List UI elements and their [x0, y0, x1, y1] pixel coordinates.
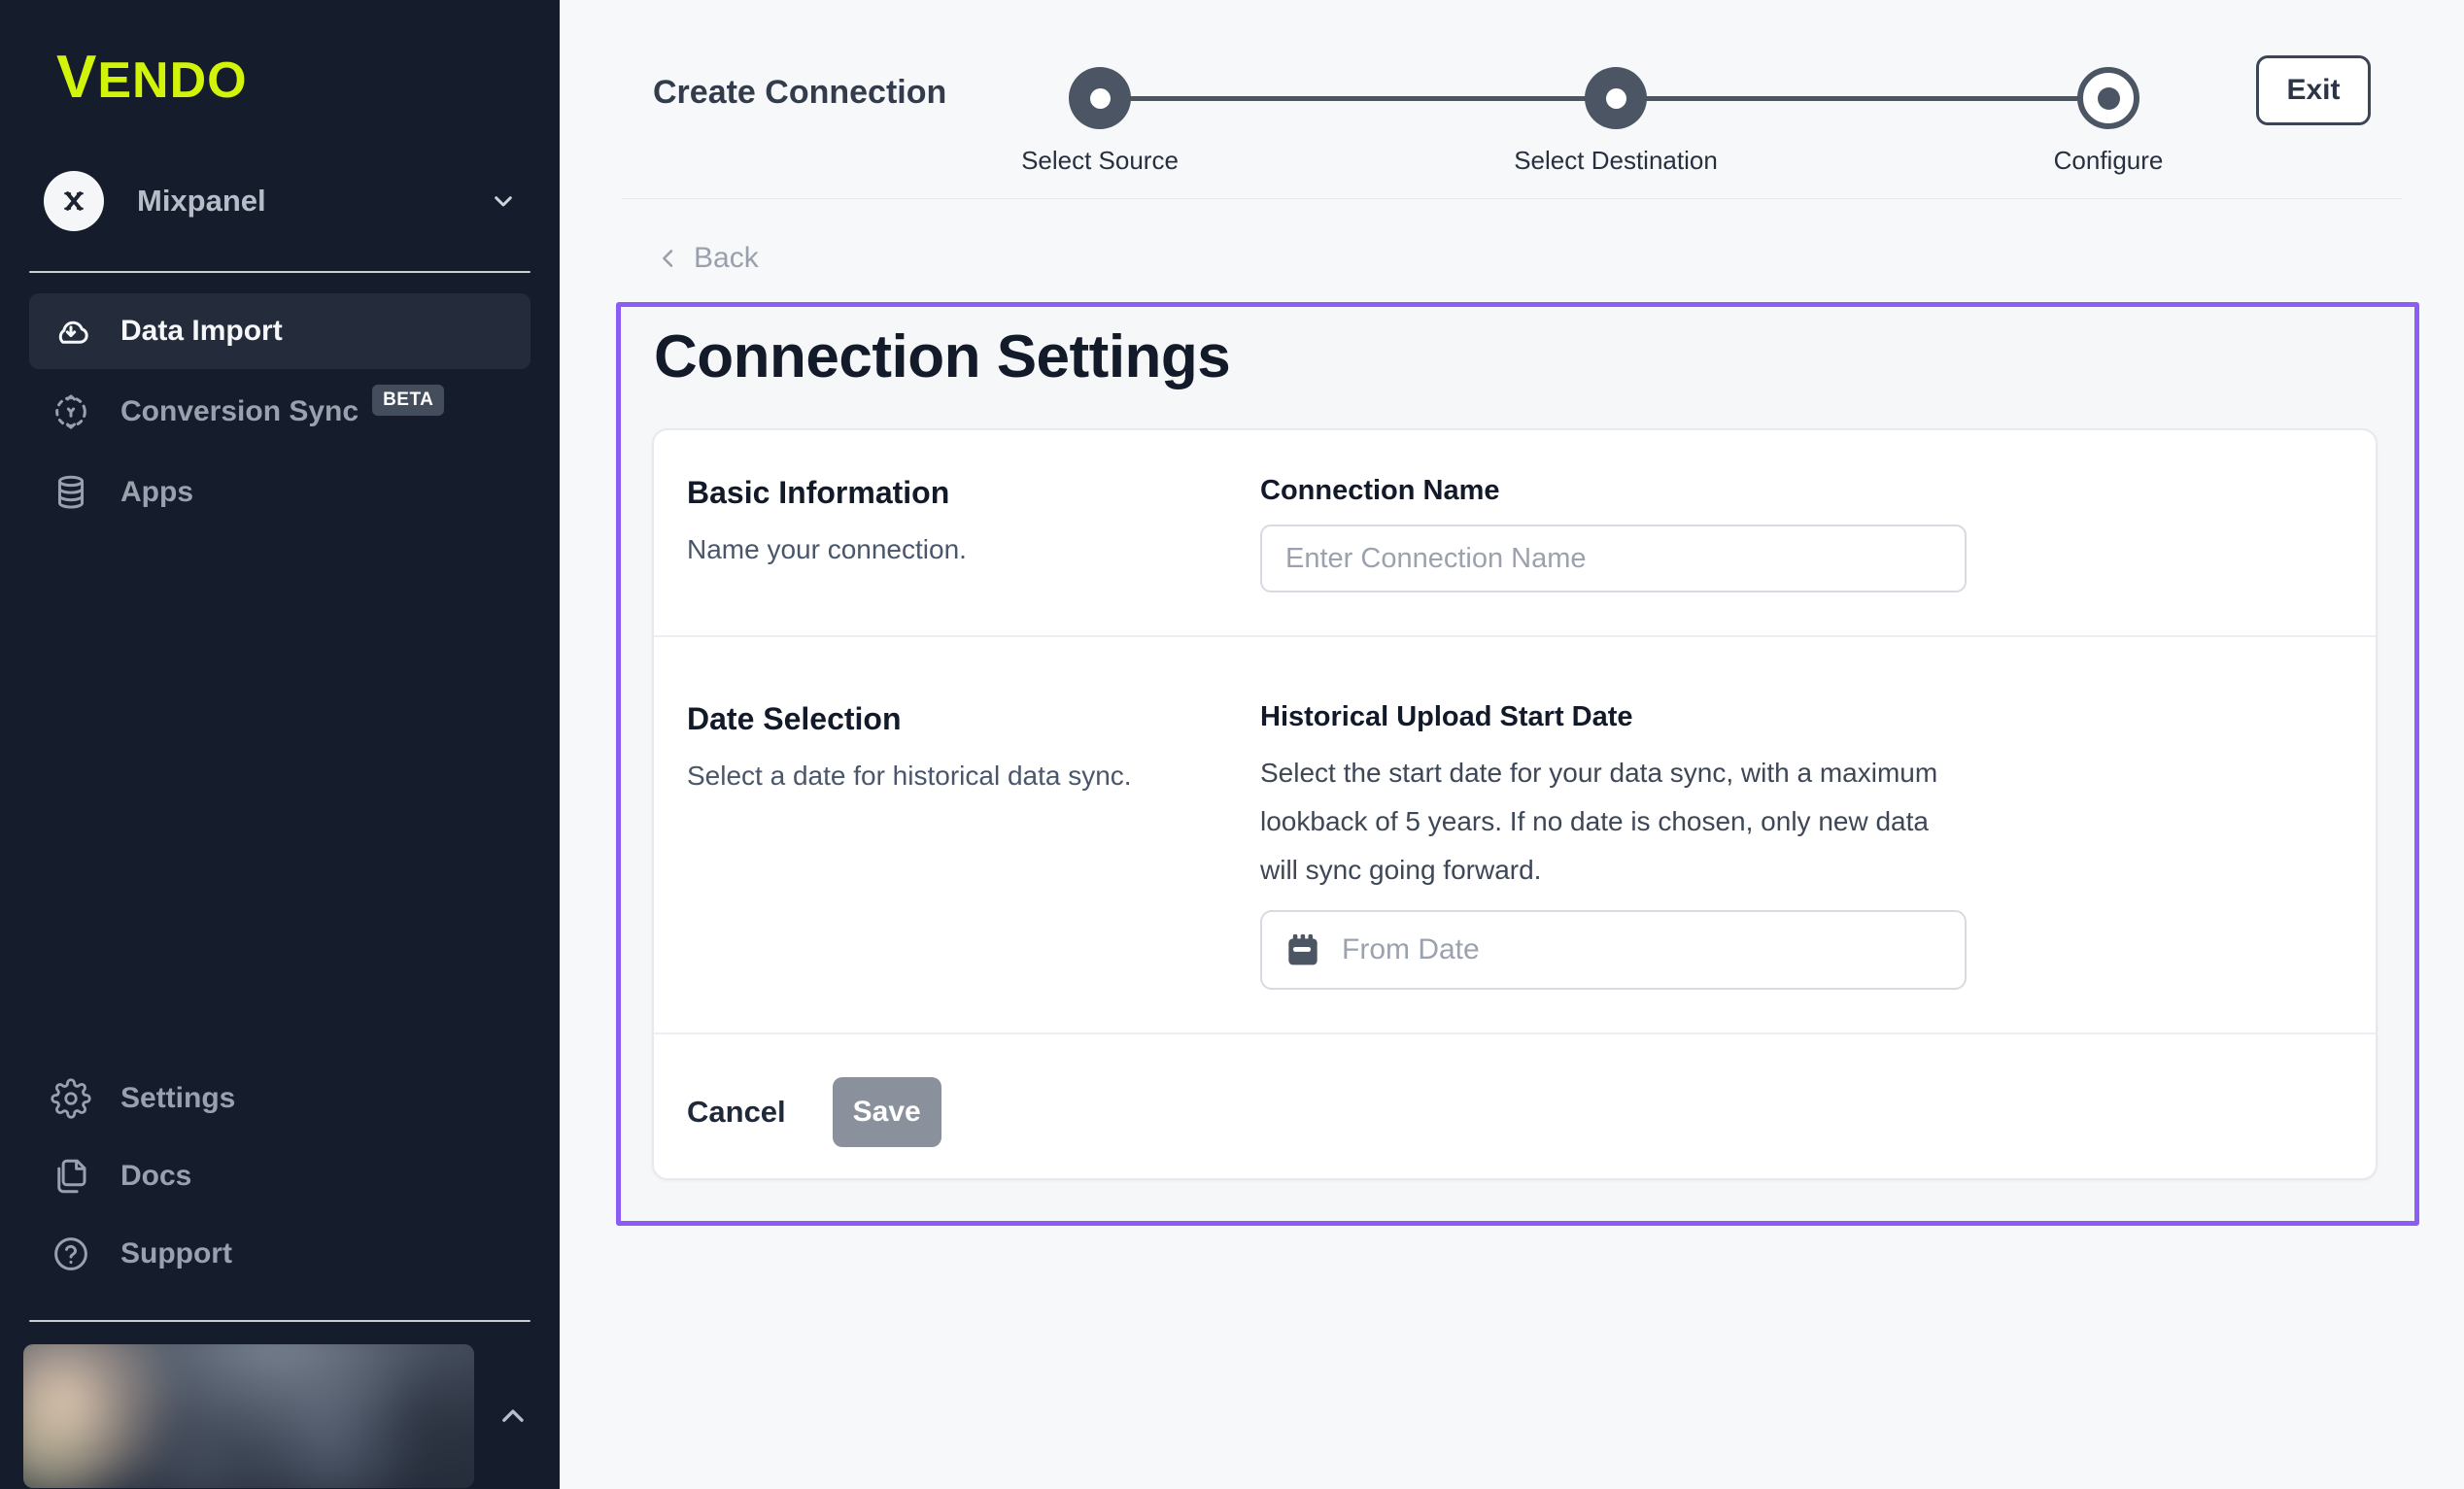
step-current-dot-icon [2077, 67, 2139, 129]
date-selection-section: Date Selection Select a date for histori… [654, 637, 2376, 1034]
sidebar-item-settings[interactable]: Settings [29, 1060, 530, 1137]
panel-title: Connection Settings [654, 322, 2414, 391]
user-account-area [23, 1343, 532, 1489]
step-label: Configure [2054, 146, 2164, 176]
beta-badge: BETA [372, 385, 444, 416]
step-label: Select Source [1021, 146, 1179, 176]
step-complete-dot-icon [1069, 67, 1131, 129]
date-selection-fields: Historical Upload Start Date Select the … [1260, 701, 2329, 990]
connection-name-input[interactable] [1260, 525, 1967, 592]
database-icon [51, 472, 91, 513]
cloud-download-icon [51, 311, 91, 352]
connection-name-label: Connection Name [1260, 475, 2329, 507]
sidebar-item-apps[interactable]: Apps [29, 455, 530, 530]
sidebar-nav: Data Import Conversion Sync BETA Apps [0, 288, 560, 535]
card-footer: Cancel Save [654, 1034, 2376, 1178]
basic-information-fields: Connection Name [1260, 475, 2329, 592]
chevron-up-icon[interactable] [494, 1397, 532, 1436]
workspace-selector[interactable]: Mixpanel [27, 154, 532, 248]
sidebar-spacer [0, 535, 560, 1060]
sidebar-divider [29, 271, 530, 273]
wizard-header: Create Connection Select Source Select D… [622, 0, 2402, 199]
basic-information-intro: Basic Information Name your connection. [687, 475, 1260, 592]
conversion-sync-icon [51, 391, 91, 432]
back-link[interactable]: Back [655, 242, 759, 275]
user-account-card[interactable] [23, 1344, 474, 1488]
chevron-down-icon [488, 186, 519, 217]
sidebar-divider [29, 1320, 530, 1322]
sidebar-footer-nav: Settings Docs Support [0, 1060, 560, 1293]
workspace-name: Mixpanel [137, 184, 488, 219]
step-label: Select Destination [1514, 146, 1718, 176]
wizard-content: Back Connection Settings Basic Informati… [560, 199, 2464, 1226]
page-title: Create Connection [653, 74, 946, 112]
back-label: Back [694, 242, 759, 275]
document-icon [51, 1156, 91, 1197]
sidebar-item-label: Settings [120, 1082, 235, 1115]
sidebar-item-label: Conversion Sync [120, 395, 359, 428]
start-date-help-text: Select the start date for your data sync… [1260, 749, 1940, 895]
sidebar-item-support[interactable]: Support [29, 1215, 530, 1293]
sidebar-item-conversion-sync[interactable]: Conversion Sync BETA [29, 374, 530, 450]
section-description: Name your connection. [687, 534, 1260, 565]
calendar-icon [1283, 931, 1322, 969]
help-circle-icon [51, 1234, 91, 1274]
section-heading: Basic Information [687, 475, 1260, 511]
sidebar-item-label: Data Import [120, 315, 283, 348]
sidebar-item-data-import[interactable]: Data Import [29, 293, 530, 369]
main-area: Create Connection Select Source Select D… [560, 0, 2464, 1489]
settings-card: Basic Information Name your connection. … [652, 428, 2378, 1180]
start-date-label: Historical Upload Start Date [1260, 701, 2329, 733]
basic-information-section: Basic Information Name your connection. … [654, 430, 2376, 637]
step-complete-dot-icon [1585, 67, 1647, 129]
section-heading: Date Selection [687, 701, 1260, 737]
sidebar-item-label: Docs [120, 1160, 191, 1193]
sidebar-item-label: Apps [120, 476, 193, 509]
from-date-field[interactable] [1260, 910, 1967, 990]
from-date-input[interactable] [1342, 912, 1943, 988]
connection-settings-panel: Connection Settings Basic Information Na… [616, 302, 2419, 1226]
sidebar-item-label: Support [120, 1237, 232, 1270]
date-selection-intro: Date Selection Select a date for histori… [687, 701, 1260, 990]
sidebar-item-docs[interactable]: Docs [29, 1137, 530, 1215]
save-button[interactable]: Save [833, 1077, 941, 1147]
gear-icon [51, 1078, 91, 1119]
mixpanel-logo-icon [44, 171, 104, 231]
exit-button[interactable]: Exit [2256, 55, 2371, 125]
sidebar: VENDO Mixpanel Data Import [0, 0, 560, 1489]
cancel-button[interactable]: Cancel [687, 1095, 786, 1130]
section-description: Select a date for historical data sync. [687, 761, 1260, 792]
vendo-logo: VENDO [56, 43, 560, 112]
chevron-left-icon [655, 245, 682, 272]
